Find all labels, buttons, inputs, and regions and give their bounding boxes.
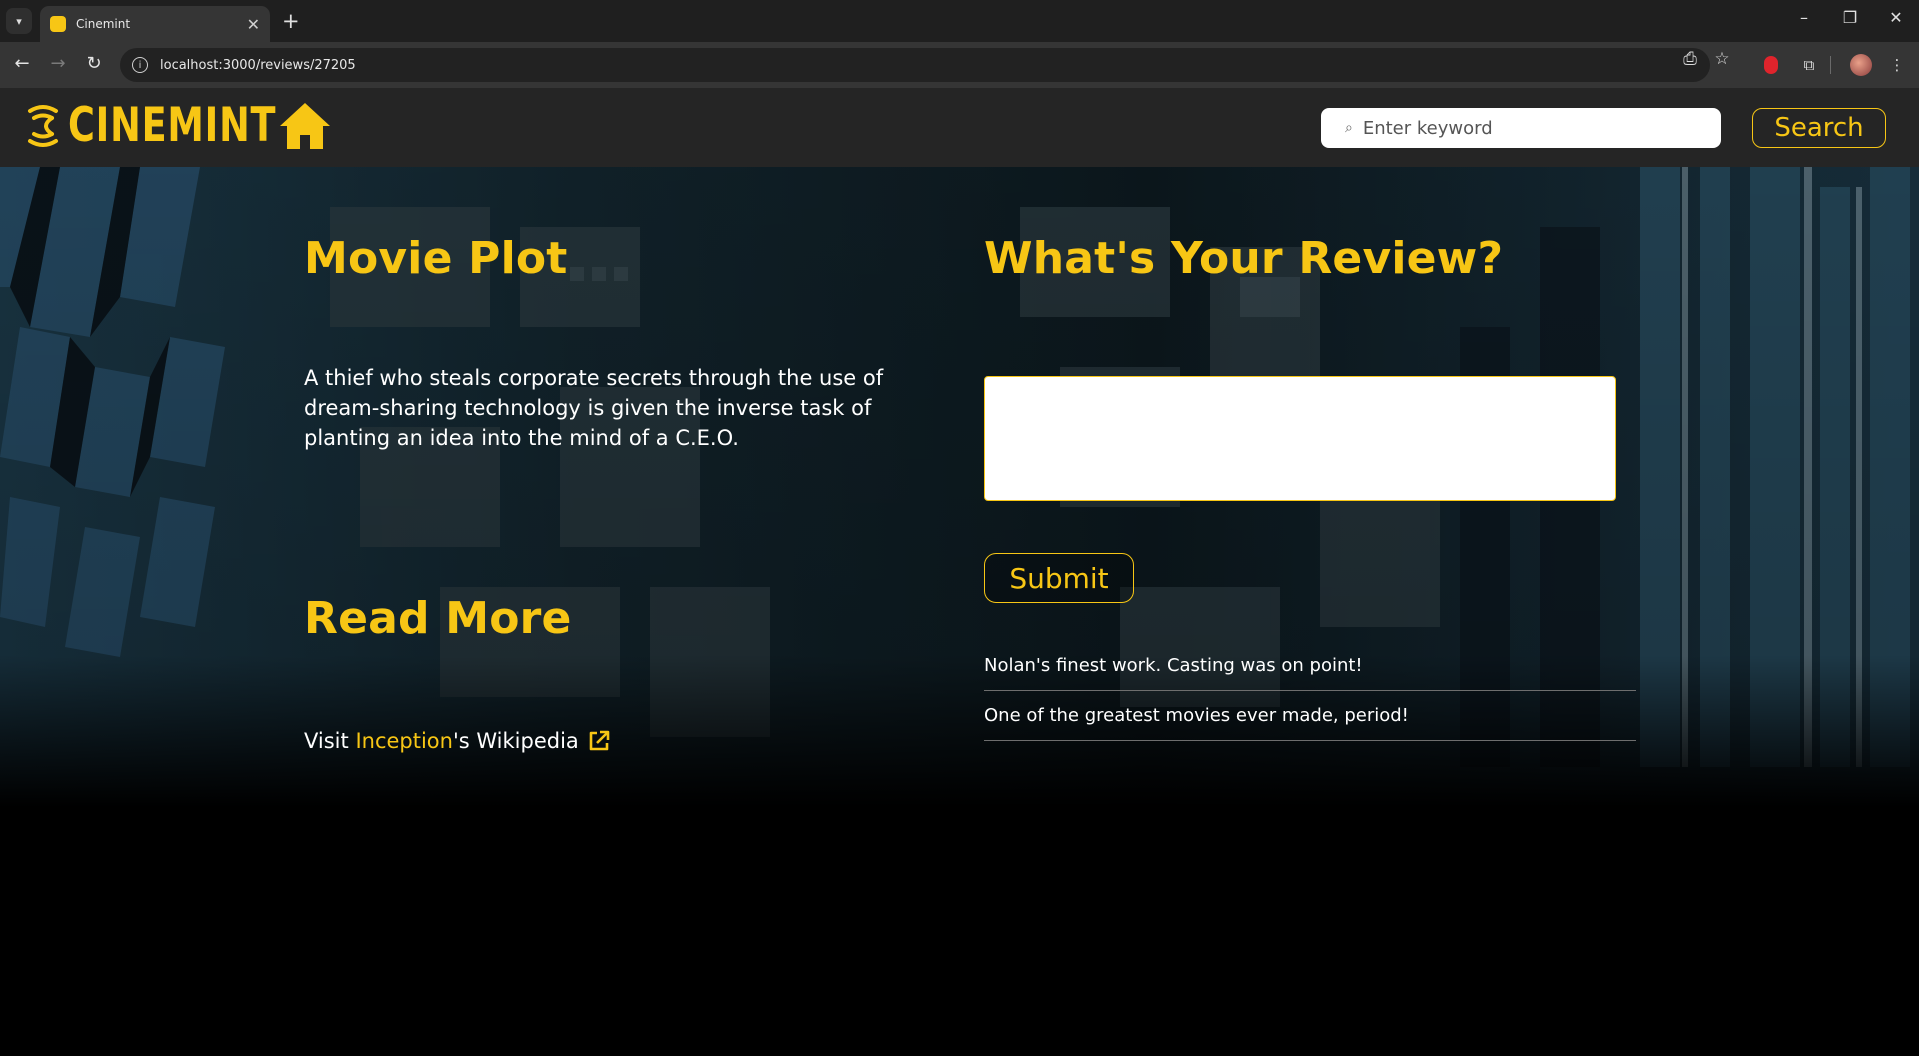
- tab-close-icon[interactable]: ✕: [247, 15, 260, 34]
- tab-search-dropdown-icon[interactable]: ▾: [6, 8, 32, 34]
- movie-plot-text: A thief who steals corporate secrets thr…: [304, 366, 884, 450]
- extensions-puzzle-icon[interactable]: ⧉: [1798, 54, 1820, 76]
- review-form-heading: What's Your Review?: [984, 233, 1504, 284]
- wikipedia-movie-link[interactable]: Inception: [355, 729, 453, 753]
- visit-suffix: 's Wikipedia: [452, 729, 579, 753]
- new-tab-icon[interactable]: +: [282, 9, 300, 33]
- search-input[interactable]: [1362, 117, 1703, 139]
- search-icon: ⌕: [1345, 120, 1353, 136]
- site-header: CINEMINT ⌕ Search: [0, 88, 1919, 167]
- cinemint-logo-icon: [28, 104, 58, 147]
- window-close-icon[interactable]: ✕: [1884, 8, 1908, 27]
- visit-prefix: Visit: [304, 729, 356, 753]
- browser-toolbar: ← → ↻ i localhost:3000/reviews/27205 ⎙ ☆: [0, 42, 1919, 88]
- review-list: Nolan's finest work. Casting was on poin…: [984, 641, 1636, 741]
- forward-icon[interactable]: →: [46, 53, 70, 74]
- minimize-icon[interactable]: –: [1792, 8, 1816, 27]
- toolbar-divider: [1830, 56, 1831, 74]
- tab-title: Cinemint: [76, 17, 131, 31]
- search-field[interactable]: ⌕: [1321, 108, 1721, 148]
- address-bar[interactable]: i localhost:3000/reviews/27205: [120, 48, 1710, 82]
- submit-review-button[interactable]: Submit: [984, 553, 1134, 603]
- review-item: Nolan's finest work. Casting was on poin…: [984, 641, 1636, 691]
- brand-name: CINEMINT: [68, 98, 277, 153]
- back-icon[interactable]: ←: [10, 53, 34, 74]
- reload-icon[interactable]: ↻: [82, 53, 106, 74]
- browser-menu-icon[interactable]: ⋮: [1886, 54, 1908, 76]
- bookmark-star-icon[interactable]: ☆: [1710, 49, 1734, 69]
- restore-icon[interactable]: ❐: [1838, 8, 1862, 27]
- review-textarea[interactable]: [984, 376, 1616, 501]
- wikipedia-link-line: Visit Inception 's Wikipedia: [304, 729, 611, 753]
- read-more-heading: Read More: [304, 593, 572, 644]
- movie-plot-heading: Movie Plot: [304, 233, 568, 284]
- review-page-content: Movie Plot A thief who steals corporate …: [0, 167, 1919, 1056]
- browser-tabstrip: ▾ Cinemint ✕ + – ❐ ✕: [0, 0, 1919, 42]
- hero-section: Movie Plot A thief who steals corporate …: [0, 167, 1919, 1056]
- profile-avatar[interactable]: [1850, 54, 1872, 76]
- tab-favicon-icon: [50, 16, 66, 32]
- extension-red-icon[interactable]: [1760, 54, 1782, 76]
- site-info-icon[interactable]: i: [132, 57, 148, 73]
- search-button[interactable]: Search: [1752, 108, 1886, 148]
- url-text: localhost:3000/reviews/27205: [160, 57, 356, 73]
- external-link-icon[interactable]: [587, 729, 611, 753]
- home-icon[interactable]: [277, 100, 333, 152]
- install-app-icon[interactable]: ⎙: [1678, 49, 1702, 69]
- review-item: One of the greatest movies ever made, pe…: [984, 691, 1636, 741]
- browser-tab-cinemint[interactable]: Cinemint ✕: [40, 6, 270, 42]
